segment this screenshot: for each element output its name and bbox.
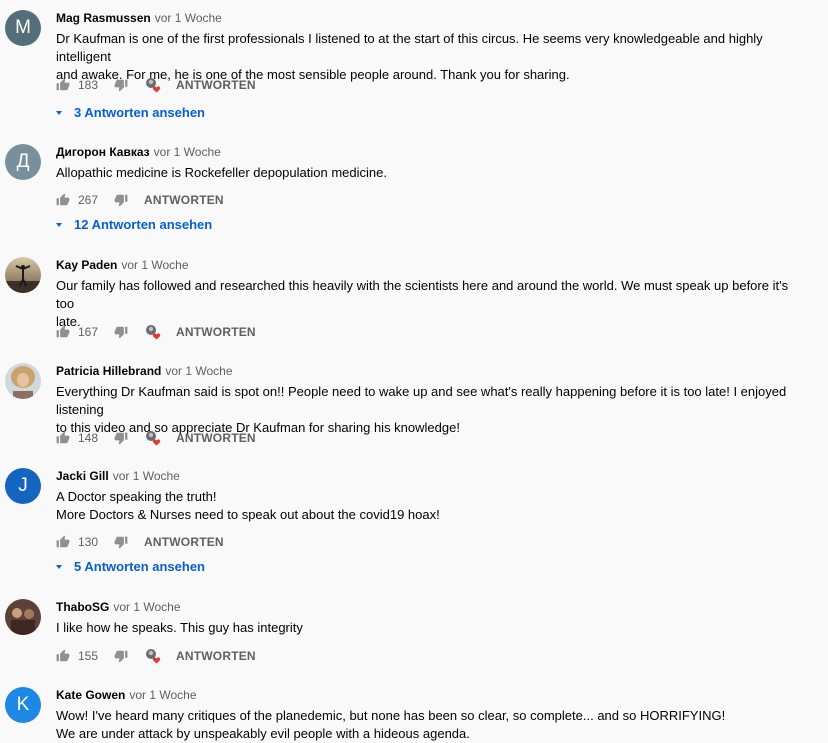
comment-time[interactable]: vor 1 Woche (155, 11, 222, 25)
comment-text: Wow! I've heard many critiques of the pl… (56, 708, 726, 741)
reply-button[interactable]: ANTWORTEN (176, 649, 256, 663)
comment-author[interactable]: Kay Paden (56, 258, 117, 272)
reply-button[interactable]: ANTWORTEN (176, 78, 256, 92)
comment-header: Jacki Gill vor 1 Woche (56, 468, 180, 484)
comment-header: Patricia Hillebrand vor 1 Woche (56, 363, 233, 379)
creator-heart-icon (145, 648, 161, 664)
comment-time[interactable]: vor 1 Woche (113, 600, 180, 614)
thumb-down-icon[interactable] (114, 325, 128, 339)
comment-time[interactable]: vor 1 Woche (121, 258, 188, 272)
view-replies-button[interactable]: 5 Antworten ansehen (56, 559, 205, 574)
thumb-up-icon[interactable] (56, 535, 70, 549)
comment-author[interactable]: Kate Gowen (56, 688, 125, 702)
caret-down-icon (56, 564, 62, 569)
thumb-up-icon[interactable] (56, 193, 70, 207)
thumb-up-icon[interactable] (56, 78, 70, 92)
thumb-up-icon[interactable] (56, 325, 70, 339)
view-replies-button[interactable]: 3 Antworten ansehen (56, 105, 205, 120)
comment-text: Allopathic medicine is Rockefeller depop… (56, 165, 387, 180)
comment-actions: 183 ANTWORTEN (56, 75, 256, 95)
view-replies-button[interactable]: 12 Antworten ansehen (56, 217, 212, 232)
avatar-letter: M (15, 17, 31, 38)
avatar[interactable]: M (5, 10, 41, 46)
reply-button[interactable]: ANTWORTEN (144, 193, 224, 207)
comment-time[interactable]: vor 1 Woche (129, 688, 196, 702)
like-count: 267 (78, 193, 99, 207)
like-count: 155 (78, 649, 99, 663)
comment-header: Дигорон Кавказ vor 1 Woche (56, 144, 221, 160)
comment-actions: 148 ANTWORTEN (56, 428, 256, 448)
creator-heart-icon (145, 77, 161, 93)
avatar-letter: K (16, 694, 30, 715)
comment-actions: 130 ANTWORTEN (56, 532, 224, 552)
avatar[interactable] (5, 363, 41, 399)
reply-button[interactable]: ANTWORTEN (176, 431, 256, 445)
creator-heart-icon (145, 430, 161, 446)
comment-header: Kay Paden vor 1 Woche (56, 257, 189, 273)
thumb-up-icon[interactable] (56, 649, 70, 663)
comment-actions: 167 ANTWORTEN (56, 322, 256, 342)
avatar-letter: Д (16, 151, 30, 172)
comment-author[interactable]: Jacki Gill (56, 469, 109, 483)
comment-actions: 267 ANTWORTEN (56, 190, 224, 210)
thumb-down-icon[interactable] (114, 431, 128, 445)
comment-author[interactable]: ThaboSG (56, 600, 109, 614)
comment-text: A Doctor speaking the truth! More Doctor… (56, 489, 440, 522)
reply-button[interactable]: ANTWORTEN (144, 535, 224, 549)
reply-button[interactable]: ANTWORTEN (176, 325, 256, 339)
avatar[interactable] (5, 257, 41, 293)
comment-header: Mag Rasmussen vor 1 Woche (56, 10, 222, 26)
comment-author[interactable]: Дигорон Кавказ (56, 145, 150, 159)
comment-author[interactable]: Patricia Hillebrand (56, 364, 161, 378)
thumb-down-icon[interactable] (114, 78, 128, 92)
avatar[interactable]: K (5, 687, 41, 723)
like-count: 167 (78, 325, 99, 339)
comment-header: Kate Gowen vor 1 Woche (56, 687, 197, 703)
avatar[interactable]: Д (5, 144, 41, 180)
avatar[interactable] (5, 599, 41, 635)
comment-actions: 155 ANTWORTEN (56, 646, 256, 666)
caret-down-icon (56, 222, 62, 227)
view-replies-label: 12 Antworten ansehen (74, 217, 213, 232)
view-replies-label: 5 Antworten ansehen (74, 559, 205, 574)
thumb-down-icon[interactable] (114, 649, 128, 663)
thumb-down-icon[interactable] (114, 193, 128, 207)
thumb-up-icon[interactable] (56, 431, 70, 445)
view-replies-label: 3 Antworten ansehen (74, 105, 205, 120)
comment-header: ThaboSG vor 1 Woche (56, 599, 181, 615)
like-count: 148 (78, 431, 99, 445)
comment-time[interactable]: vor 1 Woche (165, 364, 232, 378)
comment-time[interactable]: vor 1 Woche (154, 145, 221, 159)
comment-text: I like how he speaks. This guy has integ… (56, 620, 303, 635)
like-count: 183 (78, 78, 99, 92)
caret-down-icon (56, 110, 62, 115)
avatar[interactable]: J (5, 468, 41, 504)
like-count: 130 (78, 535, 99, 549)
avatar-letter: J (18, 475, 28, 496)
comment-author[interactable]: Mag Rasmussen (56, 11, 151, 25)
comment-time[interactable]: vor 1 Woche (113, 469, 180, 483)
thumb-down-icon[interactable] (114, 535, 128, 549)
creator-heart-icon (145, 324, 161, 340)
